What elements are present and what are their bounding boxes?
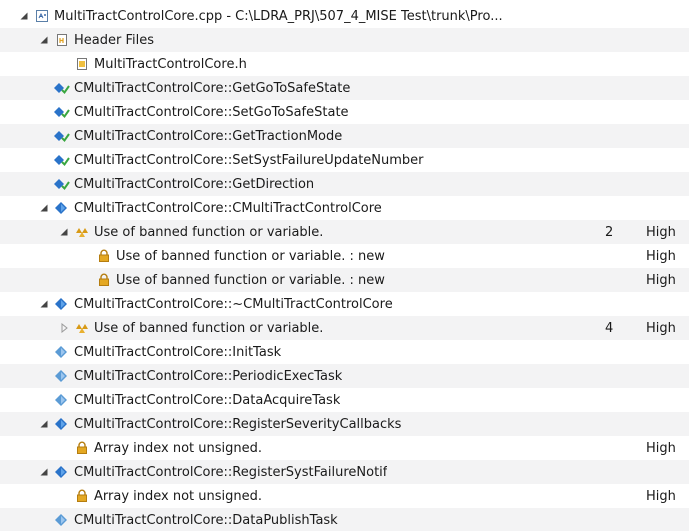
tree-row-label: CMultiTractControlCore::RegisterSystFail… (74, 464, 388, 480)
tree-row[interactable]: MultiTractControlCore.h (0, 52, 689, 76)
tree-row[interactable]: CMultiTractControlCore::SetGoToSafeState (0, 100, 689, 124)
tree-row[interactable]: CMultiTractControlCore::DataPublishTask (0, 508, 689, 531)
method-ok-icon (54, 176, 70, 192)
tree-row[interactable]: CMultiTractControlCore::SetSystFailureUp… (0, 148, 689, 172)
tree-row[interactable]: CMultiTractControlCore::GetDirection (0, 172, 689, 196)
tree-row-label: CMultiTractControlCore::SetSystFailureUp… (74, 152, 424, 168)
lock-warning-icon (74, 440, 90, 456)
severity-label: High (646, 224, 676, 240)
warning-group-icon (74, 224, 90, 240)
tree-row-label: CMultiTractControlCore::~CMultiTractCont… (74, 296, 393, 312)
method-violation-icon (54, 200, 70, 216)
lock-warning-icon (96, 272, 112, 288)
violation-tree[interactable]: MultiTractControlCore.cpp - C:\LDRA_PRJ\… (0, 0, 689, 531)
method-icon (54, 512, 70, 528)
tree-row[interactable]: Use of banned function or variable. : ne… (0, 244, 689, 268)
tree-row-label: MultiTractControlCore.cpp - C:\LDRA_PRJ\… (54, 8, 503, 24)
violation-count: 2 (605, 224, 614, 240)
tree-row[interactable]: CMultiTractControlCore::~CMultiTractCont… (0, 292, 689, 316)
tree-row[interactable]: CMultiTractControlCore::InitTask (0, 340, 689, 364)
tree-row-label: CMultiTractControlCore::InitTask (74, 344, 282, 360)
tree-row[interactable]: CMultiTractControlCore::RegisterSystFail… (0, 460, 689, 484)
tree-row-label: CMultiTractControlCore::RegisterSeverity… (74, 416, 402, 432)
tree-row-label: CMultiTractControlCore::DataAcquireTask (74, 392, 341, 408)
tree-row-label: CMultiTractControlCore::SetGoToSafeState (74, 104, 349, 120)
tree-row-label: CMultiTractControlCore::PeriodicExecTask (74, 368, 343, 384)
method-ok-icon (54, 152, 70, 168)
collapse-toggle-icon[interactable] (38, 466, 50, 478)
tree-row-label: Header Files (74, 32, 154, 48)
tree-row[interactable]: CMultiTractControlCore::CMultiTractContr… (0, 196, 689, 220)
tree-row-label: CMultiTractControlCore::GetGoToSafeState (74, 80, 351, 96)
tree-row-label: Use of banned function or variable. : ne… (116, 272, 385, 288)
collapse-toggle-icon[interactable] (38, 298, 50, 310)
tree-row-label: Use of banned function or variable. : ne… (116, 248, 385, 264)
lock-warning-icon (74, 488, 90, 504)
tree-row[interactable]: CMultiTractControlCore::GetTractionMode (0, 124, 689, 148)
tree-row-label: CMultiTractControlCore::DataPublishTask (74, 512, 338, 528)
method-ok-icon (54, 104, 70, 120)
method-icon (54, 344, 70, 360)
severity-label: High (646, 272, 676, 288)
tree-row-label: Array index not unsigned. (94, 488, 263, 504)
tree-row[interactable]: Header Files (0, 28, 689, 52)
tree-row-label: CMultiTractControlCore::CMultiTractContr… (74, 200, 382, 216)
lock-warning-icon (96, 248, 112, 264)
tree-row[interactable]: CMultiTractControlCore::GetGoToSafeState (0, 76, 689, 100)
tree-row-label: Array index not unsigned. (94, 440, 263, 456)
collapse-toggle-icon[interactable] (38, 34, 50, 46)
severity-label: High (646, 248, 676, 264)
tree-row-label: CMultiTractControlCore::GetDirection (74, 176, 315, 192)
tree-row[interactable]: Array index not unsigned. High (0, 484, 689, 508)
method-icon (54, 392, 70, 408)
expand-toggle-icon[interactable] (58, 322, 70, 334)
method-icon (54, 368, 70, 384)
tree-row[interactable]: MultiTractControlCore.cpp - C:\LDRA_PRJ\… (0, 4, 689, 28)
method-violation-icon (54, 416, 70, 432)
tree-row[interactable]: Array index not unsigned. High (0, 436, 689, 460)
method-violation-icon (54, 296, 70, 312)
tree-row[interactable]: CMultiTractControlCore::RegisterSeverity… (0, 412, 689, 436)
tree-row[interactable]: Use of banned function or variable. 4 High (0, 316, 689, 340)
cpp-file-icon (34, 8, 50, 24)
violation-count: 4 (605, 320, 614, 336)
severity-label: High (646, 440, 676, 456)
tree-row-label: Use of banned function or variable. (94, 224, 324, 240)
tree-row[interactable]: Use of banned function or variable. : ne… (0, 268, 689, 292)
collapse-toggle-icon[interactable] (38, 202, 50, 214)
method-ok-icon (54, 80, 70, 96)
tree-row[interactable]: CMultiTractControlCore::DataAcquireTask (0, 388, 689, 412)
severity-label: High (646, 488, 676, 504)
tree-row-label: Use of banned function or variable. (94, 320, 324, 336)
warning-group-icon (74, 320, 90, 336)
tree-row[interactable]: Use of banned function or variable. 2 High (0, 220, 689, 244)
method-ok-icon (54, 128, 70, 144)
header-file-icon (74, 56, 90, 72)
collapse-toggle-icon[interactable] (58, 226, 70, 238)
tree-row-label: MultiTractControlCore.h (94, 56, 247, 72)
method-violation-icon (54, 464, 70, 480)
collapse-toggle-icon[interactable] (18, 10, 30, 22)
severity-label: High (646, 320, 676, 336)
collapse-toggle-icon[interactable] (38, 418, 50, 430)
tree-row-label: CMultiTractControlCore::GetTractionMode (74, 128, 343, 144)
tree-row[interactable]: CMultiTractControlCore::PeriodicExecTask (0, 364, 689, 388)
header-folder-icon (54, 32, 70, 48)
